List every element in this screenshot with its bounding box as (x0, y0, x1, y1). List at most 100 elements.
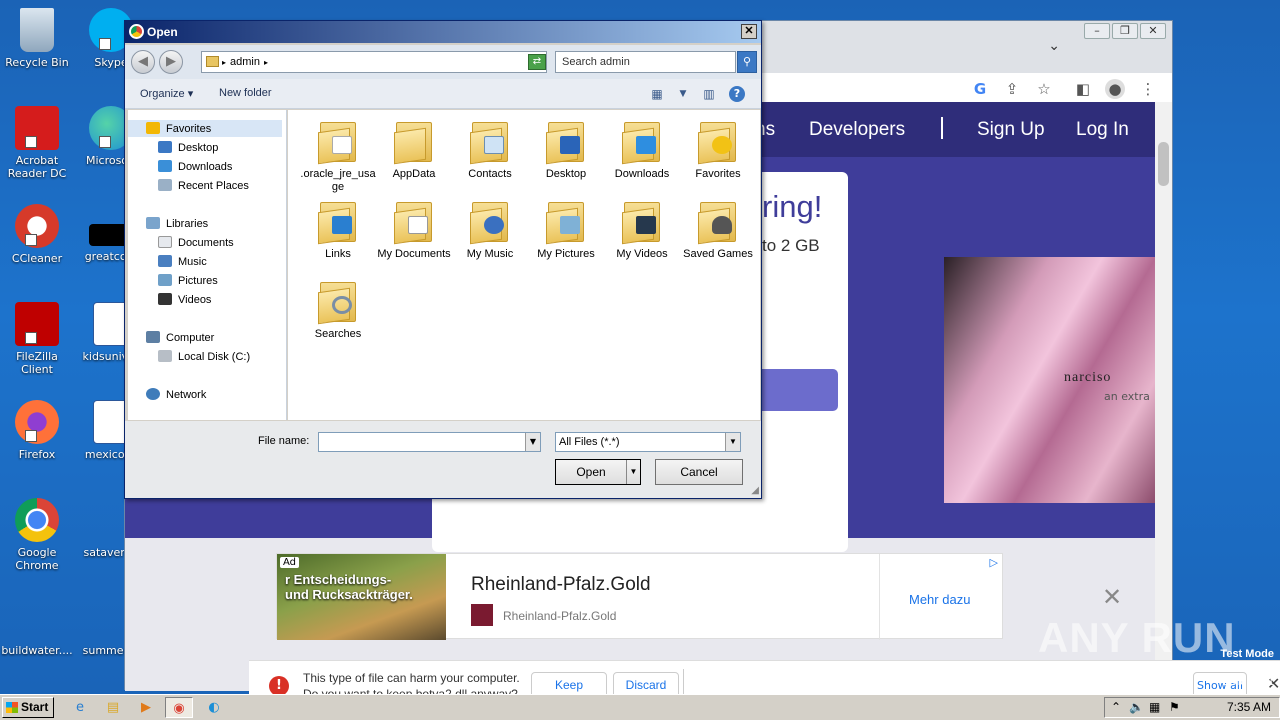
open-button[interactable]: Open ▼ (555, 459, 641, 485)
nav-network[interactable]: Network (146, 388, 206, 401)
page-scrollbar[interactable] (1155, 102, 1172, 662)
file-item[interactable]: Saved Games (680, 198, 756, 261)
nav-item-label: Downloads (178, 161, 233, 173)
file-item[interactable]: Favorites (680, 118, 756, 181)
new-folder-button[interactable]: New folder (219, 87, 272, 99)
view-dropdown-icon[interactable]: ▼ (675, 86, 691, 102)
file-name-dropdown-icon[interactable]: ▼ (525, 433, 540, 451)
nav-link-log-in[interactable]: Log In (1076, 119, 1129, 141)
explorer-taskbar-icon[interactable]: ▤ (99, 697, 127, 718)
tab-search-chevron-icon[interactable]: ⌄ (1048, 38, 1060, 54)
tray-expand-icon[interactable]: ⌃ (1111, 700, 1121, 714)
nav-link-developers[interactable]: Developers (809, 119, 905, 141)
side-panel-icon[interactable]: ◧ (1073, 79, 1093, 99)
nav-desktop[interactable]: Desktop (158, 141, 218, 154)
dialog-footer: File name: ▼ All Files (*.*) ▼ Open ▼ Ca… (125, 421, 761, 498)
ad-banner-image[interactable]: Ad r Entscheidungs- und Rucksackträger. (277, 554, 446, 640)
bookmark-star-icon[interactable]: ☆ (1034, 79, 1054, 99)
file-item[interactable]: My Documents (376, 198, 452, 261)
file-item[interactable]: Downloads (604, 118, 680, 181)
breadcrumb-admin[interactable]: admin (230, 56, 260, 68)
action-center-flag-icon[interactable]: ⚑ (1169, 700, 1180, 714)
google-icon[interactable]: G (970, 79, 990, 99)
nav-pictures[interactable]: Pictures (158, 274, 218, 287)
file-item[interactable]: Searches (300, 278, 376, 341)
firefox-shortcut[interactable]: Firefox (0, 400, 74, 461)
profile-avatar-icon[interactable]: ● (1105, 79, 1125, 99)
nav-link-sign-up[interactable]: Sign Up (977, 119, 1045, 141)
test-mode-line-3: Build 7601 (1222, 676, 1274, 688)
ad-cta-link[interactable]: Mehr dazu (909, 592, 970, 607)
ad-title[interactable]: Rheinland-Pfalz.Gold (471, 574, 651, 596)
chrome-shortcut[interactable]: Google Chrome (0, 498, 74, 572)
ad-close-icon[interactable]: ✕ (1102, 585, 1122, 609)
edge-taskbar-icon[interactable]: ◐ (200, 697, 228, 718)
cancel-button[interactable]: Cancel (655, 459, 743, 485)
volume-icon[interactable]: 🔈 (1129, 700, 1144, 714)
dialog-close-button[interactable]: ✕ (741, 24, 757, 39)
search-icon[interactable]: ⚲ (737, 51, 757, 73)
share-icon[interactable]: ⇪ (1002, 79, 1022, 99)
nav-recent-places[interactable]: Recent Places (158, 179, 249, 192)
nav-local-disk[interactable]: Local Disk (C:) (158, 350, 250, 363)
file-name: Downloads (614, 168, 670, 180)
ie-taskbar-icon[interactable]: e (66, 697, 94, 718)
start-button[interactable]: Start (2, 697, 54, 718)
help-icon[interactable]: ? (729, 86, 745, 102)
chrome-taskbar-icon[interactable]: ◉ (165, 697, 193, 718)
nav-videos[interactable]: Videos (158, 293, 211, 306)
fashion-ad-image[interactable] (944, 257, 1155, 503)
nav-downloads[interactable]: Downloads (158, 160, 232, 173)
ad-choices-icon[interactable]: ▷ (990, 556, 998, 569)
file-item[interactable]: AppData (376, 118, 452, 181)
file-item[interactable]: Desktop (528, 118, 604, 181)
menu-kebab-icon[interactable]: ⋮ (1138, 79, 1158, 99)
scrollbar-thumb[interactable] (1158, 142, 1169, 186)
card-cta-button[interactable] (762, 369, 838, 411)
recycle-bin-shortcut[interactable]: Recycle Bin (0, 8, 74, 69)
file-item[interactable]: Links (300, 198, 376, 261)
file-item[interactable]: Contacts (452, 118, 528, 181)
filezilla-shortcut[interactable]: FileZilla Client (0, 302, 74, 376)
nav-favorites[interactable]: Favorites (128, 120, 282, 137)
resize-grip-icon[interactable]: ◢ (751, 485, 759, 496)
desktop-icon-label: Google Chrome (15, 546, 59, 572)
nav-documents[interactable]: Documents (158, 236, 234, 249)
nav-item-label: Local Disk (C:) (178, 351, 251, 363)
nav-computer[interactable]: Computer (146, 331, 214, 344)
address-breadcrumb[interactable]: ▸admin▸ ▼ (201, 51, 547, 73)
file-item[interactable]: My Pictures (528, 198, 604, 261)
search-input[interactable]: Search admin (555, 51, 736, 73)
buildwater-shortcut[interactable]: buildwater.... (0, 596, 74, 657)
file-name-input[interactable]: ▼ (318, 432, 541, 452)
file-type-select[interactable]: All Files (*.*) ▼ (555, 432, 741, 452)
acrobat-shortcut[interactable]: Acrobat Reader DC (0, 106, 74, 180)
back-button[interactable]: ◀ (131, 50, 155, 74)
close-button[interactable]: ✕ (1140, 23, 1166, 39)
clock[interactable]: 7:35 AM (1227, 700, 1271, 714)
links-folder-icon (318, 198, 358, 245)
file-name: My Pictures (537, 248, 595, 260)
file-item[interactable]: My Music (452, 198, 528, 261)
file-item[interactable]: .oracle_jre_usage (300, 118, 376, 194)
file-item[interactable]: My Videos (604, 198, 680, 261)
ccleaner-shortcut[interactable]: CCleaner (0, 204, 74, 265)
test-mode-line-2: Windows 7 (1216, 662, 1274, 674)
maximize-button[interactable]: ❐ (1112, 23, 1138, 39)
open-split-dropdown-icon[interactable]: ▼ (626, 460, 640, 484)
nav-libraries[interactable]: Libraries (146, 217, 208, 230)
preview-pane-icon[interactable]: ▥ (701, 86, 717, 102)
nav-music[interactable]: Music (158, 255, 207, 268)
chrome-icon (129, 24, 144, 39)
refresh-icon[interactable]: ⇄ (528, 54, 546, 70)
file-type-dropdown-icon[interactable]: ▼ (725, 433, 740, 451)
ad-banner[interactable]: Ad r Entscheidungs- und Rucksackträger. … (276, 553, 1003, 640)
view-options-icon[interactable]: ▦ (649, 86, 665, 102)
nav-favorites-label: Favorites (166, 123, 212, 135)
forward-button[interactable]: ▶ (159, 50, 183, 74)
dialog-titlebar[interactable]: Open ✕ (125, 21, 761, 43)
media-player-taskbar-icon[interactable]: ▶ (132, 697, 160, 718)
network-tray-icon[interactable]: ▦ (1149, 700, 1160, 714)
minimize-button[interactable]: – (1084, 23, 1110, 39)
organize-button[interactable]: Organize ▾ (140, 87, 193, 100)
